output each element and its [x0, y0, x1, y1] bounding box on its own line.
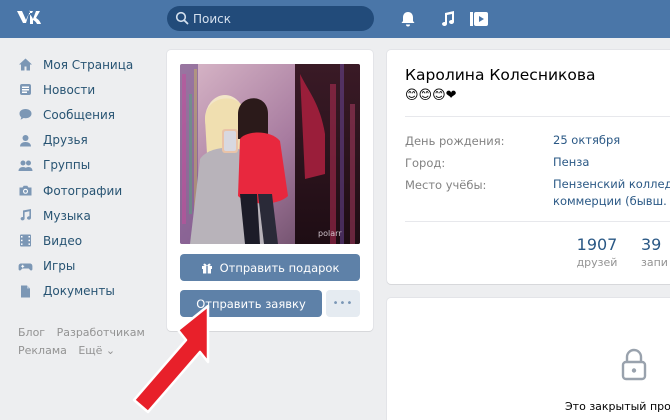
sidebar-item-music[interactable]: Музыка	[18, 203, 163, 228]
lock-icon	[621, 348, 647, 381]
counter-posts[interactable]: 39 запи	[641, 235, 670, 269]
sidebar-item-label: Музыка	[43, 208, 91, 223]
sidebar-item-friends[interactable]: Друзья	[18, 128, 163, 153]
vk-logo[interactable]	[15, 7, 49, 31]
counter-posts-label: запи	[641, 256, 668, 269]
camera-icon	[19, 185, 32, 196]
music-icon[interactable]	[438, 9, 458, 29]
red-arrow-annotation	[132, 304, 210, 414]
sidebar-item-label: Моя Страница	[43, 57, 134, 72]
sidebar-item-messages[interactable]: Сообщения	[18, 102, 163, 127]
counter-friends-label: друзей	[576, 256, 618, 269]
closed-profile-card: Это закрытый про	[387, 298, 670, 420]
sidebar-item-label: Видео	[43, 233, 83, 248]
footer-link-more[interactable]: Ещё ⌄	[78, 344, 115, 357]
closed-profile-text: Это закрытый про	[565, 400, 670, 413]
sidebar-item-news[interactable]: Новости	[18, 77, 163, 102]
sidebar-item-label: Фотографии	[43, 183, 123, 198]
profile-photo-card: polarr Отправить подарок Отправить заявк…	[167, 50, 373, 331]
info-label-education: Место учёбы:	[405, 178, 487, 192]
music-note-icon	[20, 209, 31, 221]
sidebar-item-label: Группы	[43, 158, 91, 173]
info-value-city[interactable]: Пенза	[553, 154, 670, 171]
search-icon	[175, 11, 189, 25]
search-box[interactable]	[167, 6, 374, 31]
vk-logo-icon	[17, 10, 41, 24]
counter-friends[interactable]: 1907 друзей	[572, 235, 622, 269]
info-divider	[405, 116, 670, 117]
film-icon	[20, 234, 31, 247]
more-dots-icon: •••	[332, 298, 354, 309]
info-value-education[interactable]: Пензенский колледж коммерции (бывш. П	[553, 176, 670, 210]
sidebar-item-label: Новости	[43, 82, 96, 97]
play-icon[interactable]	[469, 9, 489, 29]
top-header	[0, 0, 670, 38]
counter-friends-number: 1907	[576, 235, 618, 254]
profile-name: Каролина Колесникова	[405, 66, 596, 84]
info-label-birthday: День рождения:	[405, 134, 505, 148]
profile-photo-image: polarr	[180, 64, 360, 244]
gamepad-icon	[18, 263, 33, 271]
send-gift-button[interactable]: Отправить подарок	[180, 254, 360, 281]
sidebar-item-my-page[interactable]: Моя Страница	[18, 52, 163, 77]
bell-icon[interactable]	[398, 9, 418, 29]
sidebar-item-label: Друзья	[43, 133, 88, 148]
sidebar-item-video[interactable]: Видео	[18, 228, 163, 253]
info-label-city: Город:	[405, 156, 446, 170]
document-icon	[21, 285, 30, 298]
sidebar-item-groups[interactable]: Группы	[18, 153, 163, 178]
footer-link-ads[interactable]: Реклама	[18, 344, 67, 357]
footer-link-blog[interactable]: Блог	[18, 326, 45, 339]
groups-icon	[18, 160, 33, 171]
counters-divider	[405, 221, 670, 222]
sidebar-item-label: Сообщения	[43, 107, 116, 122]
info-value-birthday[interactable]: 25 октября	[553, 132, 670, 149]
friends-icon	[20, 134, 31, 147]
send-gift-label: Отправить подарок	[219, 260, 340, 275]
sidebar-item-photos[interactable]: Фотографии	[18, 178, 163, 203]
home-icon	[19, 58, 32, 71]
left-sidebar: Моя Страница Новости Сообщения Друзья Гр…	[18, 52, 163, 304]
sidebar-item-label: Документы	[43, 284, 115, 299]
profile-info-card: Каролина Колесникова 😊😊😊❤ День рождения:…	[387, 50, 670, 284]
profile-photo[interactable]: polarr	[180, 64, 360, 244]
sidebar-item-games[interactable]: Игры	[18, 254, 163, 279]
counter-posts-number: 39	[641, 235, 662, 254]
gift-icon	[201, 263, 212, 273]
sidebar-item-label: Игры	[43, 259, 76, 274]
news-icon	[20, 84, 31, 96]
messages-icon	[19, 109, 32, 121]
photo-watermark: polarr	[318, 229, 342, 238]
profile-status: 😊😊😊❤	[405, 88, 457, 103]
search-input[interactable]	[193, 9, 363, 28]
more-actions-button[interactable]: •••	[326, 290, 360, 317]
